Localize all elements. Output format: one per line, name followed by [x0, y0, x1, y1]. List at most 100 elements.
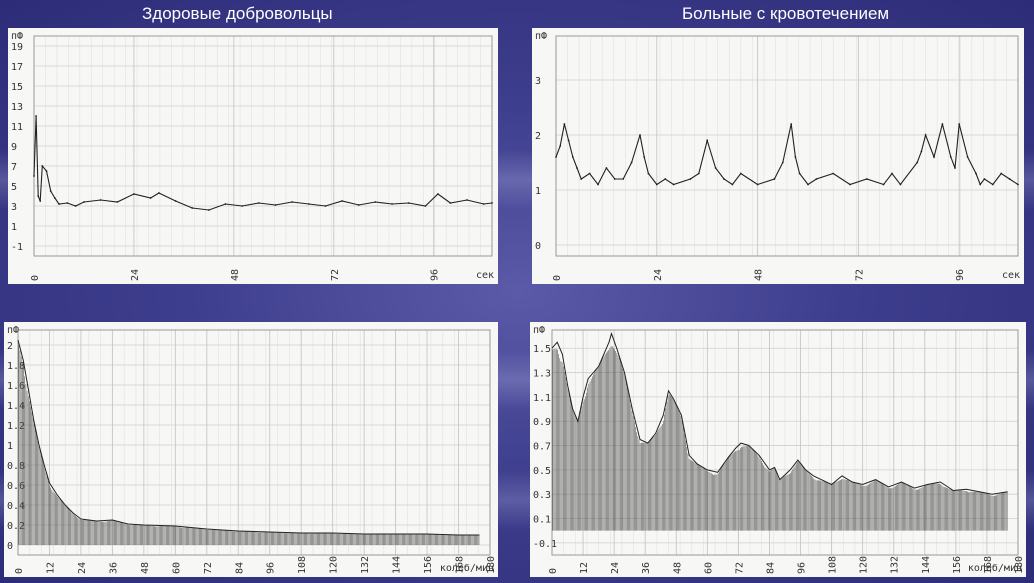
data-point: [41, 165, 44, 167]
y-axis-unit: пФ: [11, 31, 23, 42]
data-point: [773, 178, 776, 180]
y-tick-label: 0: [7, 541, 13, 552]
y-tick-label: 2: [535, 131, 541, 142]
data-point: [274, 204, 277, 206]
data-point: [424, 205, 427, 207]
spectrum-envelope: [17, 339, 480, 536]
data-point: [576, 167, 578, 169]
data-point: [790, 123, 793, 125]
data-point: [647, 172, 650, 175]
x-tick-label: 96: [430, 269, 441, 281]
x-tick-label: 48: [230, 269, 241, 281]
data-point: [307, 203, 310, 205]
data-point: [559, 145, 562, 147]
y-tick-label: 0: [535, 241, 541, 252]
x-tick-label: 96: [955, 269, 966, 281]
data-point: [324, 205, 327, 207]
data-point: [39, 200, 42, 202]
y-axis-unit: пФ: [533, 325, 545, 336]
data-point: [756, 183, 759, 186]
y-tick-label: 1.1: [533, 393, 551, 404]
data-point: [798, 172, 801, 175]
data-point: [257, 202, 260, 204]
data-point: [920, 150, 923, 153]
x-tick-label: 84: [234, 562, 245, 574]
x-tick-label: 144: [392, 556, 403, 574]
data-point: [191, 207, 194, 209]
x-tick-label: 0: [548, 568, 559, 574]
x-tick-label: 60: [171, 562, 182, 574]
data-point: [466, 199, 468, 201]
data-point: [597, 183, 599, 186]
y-axis-unit: пФ: [535, 31, 547, 42]
data-point: [781, 161, 784, 164]
data-point: [571, 156, 574, 158]
y-tick-label: 2: [7, 341, 13, 352]
data-point: [133, 193, 135, 195]
data-point: [966, 156, 969, 158]
x-tick-label: 156: [423, 556, 434, 574]
data-point: [924, 134, 927, 136]
x-tick-label: 36: [108, 562, 119, 574]
x-axis-unit: колеб/мин: [968, 562, 1022, 574]
data-point: [555, 156, 557, 158]
x-tick-label: 24: [77, 562, 88, 574]
data-point: [83, 201, 85, 203]
data-point: [45, 170, 48, 172]
heading-bleeding: Больные с кровотечением: [682, 4, 890, 23]
data-point: [731, 183, 734, 186]
data-point: [37, 195, 40, 197]
data-point: [207, 209, 210, 211]
x-tick-label: 24: [653, 269, 664, 281]
y-tick-label: 0.3: [533, 490, 551, 501]
y-tick-label: 1.3: [533, 369, 551, 380]
data-point: [664, 178, 667, 180]
data-point: [706, 139, 709, 142]
x-tick-label: 12: [579, 562, 590, 574]
y-tick-label: 7: [11, 162, 17, 173]
x-tick-label: 132: [890, 556, 901, 574]
heading-healthy: Здоровые добровольцы: [142, 4, 333, 23]
x-axis-unit: сек: [1002, 270, 1020, 281]
data-point: [49, 190, 52, 192]
data-point: [916, 161, 919, 164]
data-point: [958, 123, 961, 125]
data-point: [374, 201, 377, 203]
y-tick-label: 9: [11, 142, 17, 153]
x-tick-label: 60: [703, 562, 714, 574]
data-point: [655, 183, 658, 186]
data-point: [33, 175, 35, 177]
data-point: [815, 178, 818, 180]
x-tick-label: 0: [30, 275, 41, 281]
data-point: [588, 172, 591, 175]
x-axis-unit: сек: [476, 270, 494, 281]
data-point: [74, 205, 77, 207]
data-point: [697, 172, 700, 175]
data-point: [975, 172, 977, 175]
x-tick-label: 72: [734, 562, 745, 574]
y-tick-label: 17: [11, 62, 23, 73]
data-point: [58, 203, 60, 205]
y-tick-label: 0.1: [533, 515, 551, 526]
y-tick-label: 0.9: [533, 417, 551, 428]
data-point: [1008, 178, 1011, 180]
data-point: [580, 178, 583, 180]
data-point: [630, 161, 633, 164]
data-point: [1017, 183, 1019, 186]
y-axis-unit: пФ: [7, 325, 19, 336]
data-point: [341, 200, 344, 202]
data-point: [35, 115, 37, 117]
data-point: [794, 156, 797, 158]
data-point: [605, 167, 608, 169]
x-tick-label: 120: [859, 556, 870, 574]
data-point: [979, 183, 982, 186]
data-point: [849, 183, 851, 186]
data-point: [241, 205, 244, 207]
x-tick-label: 24: [130, 269, 141, 281]
x-axis-unit: колеб/мин: [440, 562, 494, 574]
data-point: [622, 178, 625, 180]
data-point: [991, 183, 994, 186]
x-tick-label: 48: [672, 562, 683, 574]
x-tick-label: 24: [610, 562, 621, 574]
y-tick-label: 1: [7, 441, 13, 452]
